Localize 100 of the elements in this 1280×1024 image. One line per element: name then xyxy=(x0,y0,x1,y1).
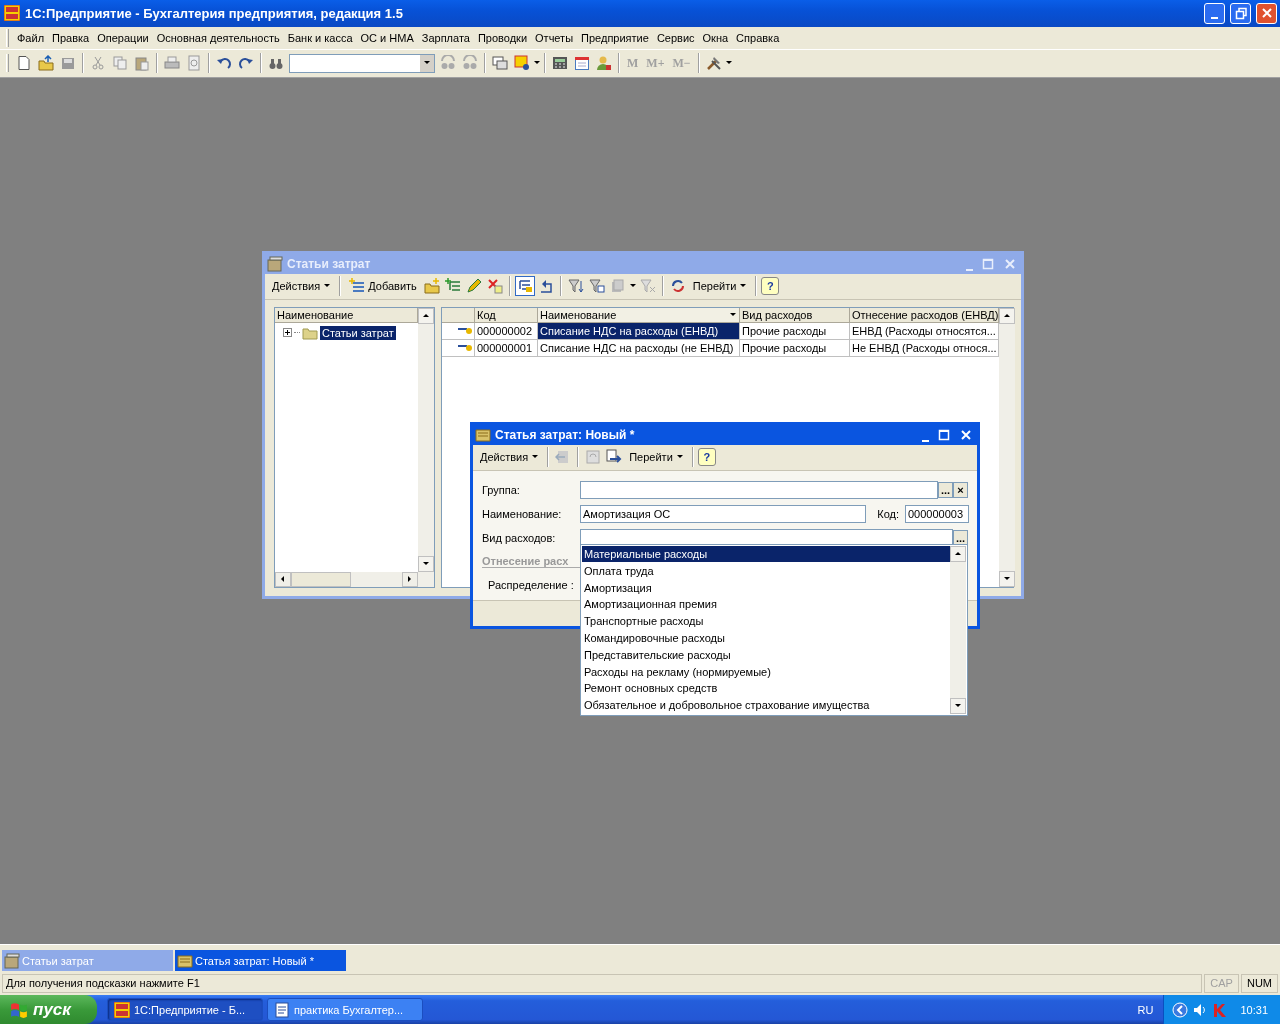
add-button[interactable]: Добавить xyxy=(345,276,421,297)
menu-item[interactable]: Правка xyxy=(48,29,94,46)
menu-item[interactable]: Операции xyxy=(93,29,153,46)
menu-item[interactable]: Сервис xyxy=(652,29,699,46)
key-indicator: NUM xyxy=(1240,973,1278,993)
sort-caret-icon[interactable] xyxy=(729,310,737,319)
taskbar-button[interactable]: 1С:Предприятие - Б... xyxy=(107,998,263,1022)
new-document-icon[interactable] xyxy=(16,55,32,72)
delete-icon[interactable] xyxy=(486,278,503,295)
choose-button[interactable]: ... xyxy=(953,529,968,546)
menu-item[interactable]: Банк и касса xyxy=(283,29,357,46)
windows-icon[interactable] xyxy=(492,55,508,72)
code-field[interactable]: 000000003 xyxy=(905,504,969,523)
add-list-icon xyxy=(349,278,366,295)
menu-item[interactable]: Отчеты xyxy=(531,29,578,46)
table-cell: Прочие расходы xyxy=(740,322,850,340)
filter-value-icon[interactable] xyxy=(588,278,605,295)
tools-icon[interactable] xyxy=(705,55,722,72)
hierarchy-icon[interactable] xyxy=(516,278,533,295)
column-header[interactable]: Отнесение расходов (ЕНВД) xyxy=(850,307,999,323)
calculator-icon[interactable] xyxy=(552,55,568,72)
minimize-button[interactable] xyxy=(1204,2,1225,24)
close-icon xyxy=(959,427,973,442)
column-header[interactable]: Наименование xyxy=(275,307,418,323)
column-header[interactable]: Код xyxy=(475,307,538,323)
person-icon[interactable] xyxy=(596,55,612,72)
windows-logo-icon xyxy=(10,1000,28,1019)
menu-item[interactable]: Предприятие xyxy=(577,29,653,46)
menu-item[interactable]: Проводки xyxy=(473,29,532,46)
dropdown-item[interactable]: Амортизационная премия xyxy=(582,595,950,613)
print-preview-icon[interactable] xyxy=(186,55,202,72)
redo-icon[interactable] xyxy=(238,55,254,72)
menu-item[interactable]: Файл xyxy=(13,29,49,46)
scroll-down-icon[interactable] xyxy=(1003,574,1011,583)
paste-icon[interactable] xyxy=(134,55,150,72)
dropdown-item[interactable]: Материальные расходы xyxy=(582,545,950,563)
scroll-left-icon[interactable] xyxy=(279,575,287,584)
add-folder-icon[interactable] xyxy=(423,278,440,295)
restore-button[interactable] xyxy=(1230,2,1251,24)
scroll-up-icon[interactable] xyxy=(954,549,962,558)
dropdown-item[interactable]: Ремонт основных средств xyxy=(582,679,950,697)
window-icon xyxy=(177,952,193,969)
close-icon xyxy=(1003,256,1017,271)
table-row[interactable]: 000000001 Списание НДС на расходы (не ЕНВД) Прочие расходы Не ЕНВД (Расходы относя... xyxy=(442,339,999,357)
calendar-icon[interactable] xyxy=(574,55,590,72)
goto-menu-button[interactable]: Перейти xyxy=(688,278,752,295)
save-icon[interactable] xyxy=(60,55,76,72)
app-logo-icon xyxy=(4,5,20,22)
language-indicator[interactable]: RU xyxy=(1127,1003,1164,1016)
expand-icon[interactable] xyxy=(283,328,292,338)
help-button[interactable]: ? xyxy=(697,448,716,467)
window-icon xyxy=(4,952,20,969)
open-folder-icon[interactable] xyxy=(38,55,54,72)
taskbar-button[interactable]: практика Бухгалтер... xyxy=(267,998,423,1022)
dropdown-item[interactable]: Амортизация xyxy=(582,579,950,596)
dropdown-item[interactable]: Представительские расходы xyxy=(582,646,950,664)
choose-button[interactable]: ... xyxy=(938,481,953,498)
field-label: Распределение : xyxy=(488,578,574,591)
menu-item[interactable]: Окна xyxy=(698,29,733,46)
search-field[interactable] xyxy=(289,53,435,73)
column-header[interactable] xyxy=(442,307,475,323)
scroll-right-icon[interactable] xyxy=(406,575,414,584)
column-header[interactable]: Вид расходов xyxy=(740,307,850,323)
refresh-icon[interactable] xyxy=(669,278,686,295)
filter-icon[interactable] xyxy=(567,278,584,295)
dropdown-item[interactable]: Транспортные расходы xyxy=(582,612,950,630)
dropdown-item[interactable]: Оплата труда xyxy=(582,562,950,580)
vertical-scrollbar[interactable] xyxy=(999,307,1015,587)
table-row[interactable]: 000000002 Списание НДС на расходы (ЕНВД) Прочие расходы ЕНВД (Расходы относятся... xyxy=(442,322,999,340)
show-hidden-icon[interactable] xyxy=(1172,1001,1189,1018)
scroll-down-icon[interactable] xyxy=(422,559,430,568)
edit-icon[interactable] xyxy=(465,278,482,295)
dropdown-item[interactable]: Командировочные расходы xyxy=(582,629,950,647)
undo-icon[interactable] xyxy=(216,55,232,72)
row-icon xyxy=(457,343,472,352)
name-field[interactable]: Амортизация ОС xyxy=(580,504,866,523)
menu-item[interactable]: Основная деятельность xyxy=(152,29,284,46)
menu-item[interactable]: ОС и НМА xyxy=(356,29,418,46)
scroll-down-icon[interactable] xyxy=(954,701,962,710)
help-button[interactable]: ? xyxy=(761,277,780,296)
scroll-up-icon[interactable] xyxy=(1003,311,1011,320)
vertical-scrollbar[interactable] xyxy=(418,307,434,572)
scroll-up-icon[interactable] xyxy=(422,311,430,320)
goto-menu-button[interactable]: Перейти xyxy=(625,449,688,466)
start-button[interactable]: пуск xyxy=(0,995,97,1024)
horizontal-scrollbar[interactable] xyxy=(275,571,434,587)
dropdown-item[interactable]: Обязательное и добровольное страхование имущества xyxy=(582,696,950,714)
print-icon[interactable] xyxy=(164,55,180,72)
menu-item[interactable]: Справка xyxy=(732,29,784,46)
window-tab[interactable]: Статья затрат: Новый * xyxy=(175,950,346,972)
group-field[interactable] xyxy=(580,480,938,499)
tree-item[interactable]: Статьи затрат xyxy=(320,325,396,340)
column-header[interactable]: Наименование xyxy=(538,307,740,323)
menu-item[interactable]: Зарплата xyxy=(417,29,474,46)
close-button[interactable] xyxy=(1256,2,1277,24)
actions-menu-button[interactable]: Действия xyxy=(476,449,544,466)
dropdown-item[interactable]: Расходы на рекламу (нормируемые) xyxy=(582,663,950,680)
vertical-scrollbar[interactable] xyxy=(950,545,966,714)
actions-menu-button[interactable]: Действия xyxy=(268,278,336,295)
clear-button[interactable]: × xyxy=(953,481,968,498)
